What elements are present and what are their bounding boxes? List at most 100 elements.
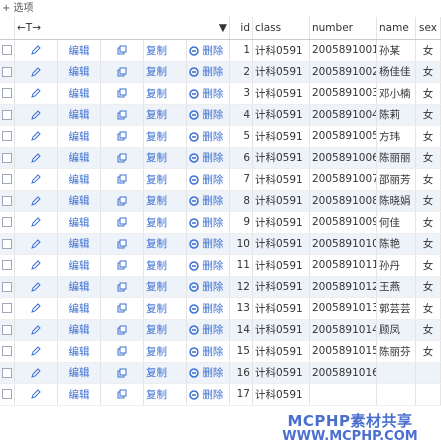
edit-link[interactable]: 编辑 — [57, 82, 101, 105]
edit-icon[interactable] — [14, 254, 58, 277]
copy-link[interactable]: 复制 — [143, 276, 187, 298]
edit-icon[interactable] — [14, 233, 58, 255]
edit-link[interactable]: 编辑 — [57, 319, 101, 341]
edit-link[interactable]: 编辑 — [57, 147, 101, 169]
delete-button[interactable]: 删除 — [186, 340, 230, 363]
delete-button[interactable]: 删除 — [186, 254, 230, 277]
header-id[interactable]: id — [229, 17, 253, 40]
row-checkbox[interactable] — [0, 276, 15, 298]
edit-icon[interactable] — [14, 211, 58, 234]
delete-button[interactable]: 删除 — [186, 147, 230, 169]
edit-link[interactable]: 编辑 — [57, 362, 101, 384]
edit-link[interactable]: 编辑 — [57, 211, 101, 234]
delete-button[interactable]: 删除 — [186, 319, 230, 341]
edit-link[interactable]: 编辑 — [57, 125, 101, 148]
delete-button[interactable]: 删除 — [186, 383, 230, 406]
edit-icon[interactable] — [14, 319, 58, 341]
edit-icon[interactable] — [14, 125, 58, 148]
copy-link[interactable]: 复制 — [143, 39, 187, 62]
edit-icon[interactable] — [14, 362, 58, 384]
edit-icon[interactable] — [14, 276, 58, 298]
row-checkbox[interactable] — [0, 383, 15, 406]
edit-icon[interactable] — [14, 82, 58, 105]
delete-button[interactable]: 删除 — [186, 82, 230, 105]
edit-link[interactable]: 编辑 — [57, 61, 101, 83]
options-toggle[interactable]: + 选项 — [0, 0, 441, 17]
copy-link[interactable]: 复制 — [143, 254, 187, 277]
row-checkbox[interactable] — [0, 340, 15, 363]
copy-link[interactable]: 复制 — [143, 147, 187, 169]
edit-link[interactable]: 编辑 — [57, 276, 101, 298]
delete-button[interactable]: 删除 — [186, 233, 230, 255]
delete-button[interactable]: 删除 — [186, 190, 230, 212]
copy-icon[interactable] — [100, 190, 144, 212]
row-checkbox[interactable] — [0, 211, 15, 234]
edit-link[interactable]: 编辑 — [57, 104, 101, 126]
copy-link[interactable]: 复制 — [143, 61, 187, 83]
copy-link[interactable]: 复制 — [143, 362, 187, 384]
delete-button[interactable]: 删除 — [186, 211, 230, 234]
copy-icon[interactable] — [100, 82, 144, 105]
edit-link[interactable]: 编辑 — [57, 190, 101, 212]
header-name[interactable]: name — [376, 17, 416, 40]
sort-indicator[interactable]: ▼ — [219, 22, 227, 34]
copy-icon[interactable] — [100, 147, 144, 169]
copy-link[interactable]: 复制 — [143, 297, 187, 320]
row-checkbox[interactable] — [0, 82, 15, 105]
delete-button[interactable]: 删除 — [186, 104, 230, 126]
edit-icon[interactable] — [14, 61, 58, 83]
row-checkbox[interactable] — [0, 104, 15, 126]
edit-icon[interactable] — [14, 104, 58, 126]
edit-icon[interactable] — [14, 297, 58, 320]
header-number[interactable]: number — [309, 17, 377, 40]
delete-button[interactable]: 删除 — [186, 125, 230, 148]
row-checkbox[interactable] — [0, 297, 15, 320]
edit-icon[interactable] — [14, 147, 58, 169]
copy-icon[interactable] — [100, 104, 144, 126]
copy-link[interactable]: 复制 — [143, 211, 187, 234]
row-checkbox[interactable] — [0, 362, 15, 384]
delete-button[interactable]: 删除 — [186, 39, 230, 62]
column-arrows[interactable]: ←T→ ▼ — [14, 17, 230, 40]
copy-icon[interactable] — [100, 276, 144, 298]
copy-icon[interactable] — [100, 383, 144, 406]
edit-link[interactable]: 编辑 — [57, 340, 101, 363]
edit-icon[interactable] — [14, 39, 58, 62]
copy-link[interactable]: 复制 — [143, 168, 187, 191]
copy-icon[interactable] — [100, 297, 144, 320]
edit-link[interactable]: 编辑 — [57, 168, 101, 191]
row-checkbox[interactable] — [0, 125, 15, 148]
edit-link[interactable]: 编辑 — [57, 233, 101, 255]
copy-link[interactable]: 复制 — [143, 233, 187, 255]
copy-link[interactable]: 复制 — [143, 340, 187, 363]
row-checkbox[interactable] — [0, 190, 15, 212]
edit-icon[interactable] — [14, 340, 58, 363]
edit-link[interactable]: 编辑 — [57, 39, 101, 62]
delete-button[interactable]: 删除 — [186, 362, 230, 384]
copy-link[interactable]: 复制 — [143, 190, 187, 212]
copy-icon[interactable] — [100, 39, 144, 62]
copy-icon[interactable] — [100, 168, 144, 191]
copy-icon[interactable] — [100, 362, 144, 384]
copy-icon[interactable] — [100, 254, 144, 277]
row-checkbox[interactable] — [0, 168, 15, 191]
copy-link[interactable]: 复制 — [143, 104, 187, 126]
edit-link[interactable]: 编辑 — [57, 254, 101, 277]
row-checkbox[interactable] — [0, 319, 15, 341]
copy-link[interactable]: 复制 — [143, 319, 187, 341]
row-checkbox[interactable] — [0, 39, 15, 62]
edit-link[interactable]: 编辑 — [57, 297, 101, 320]
delete-button[interactable]: 删除 — [186, 276, 230, 298]
edit-link[interactable]: 编辑 — [57, 383, 101, 406]
copy-link[interactable]: 复制 — [143, 82, 187, 105]
edit-icon[interactable] — [14, 168, 58, 191]
copy-icon[interactable] — [100, 125, 144, 148]
copy-icon[interactable] — [100, 233, 144, 255]
edit-icon[interactable] — [14, 190, 58, 212]
row-checkbox[interactable] — [0, 254, 15, 277]
header-sex[interactable]: sex — [415, 17, 441, 40]
edit-icon[interactable] — [14, 383, 58, 406]
copy-link[interactable]: 复制 — [143, 383, 187, 406]
copy-icon[interactable] — [100, 340, 144, 363]
copy-icon[interactable] — [100, 61, 144, 83]
